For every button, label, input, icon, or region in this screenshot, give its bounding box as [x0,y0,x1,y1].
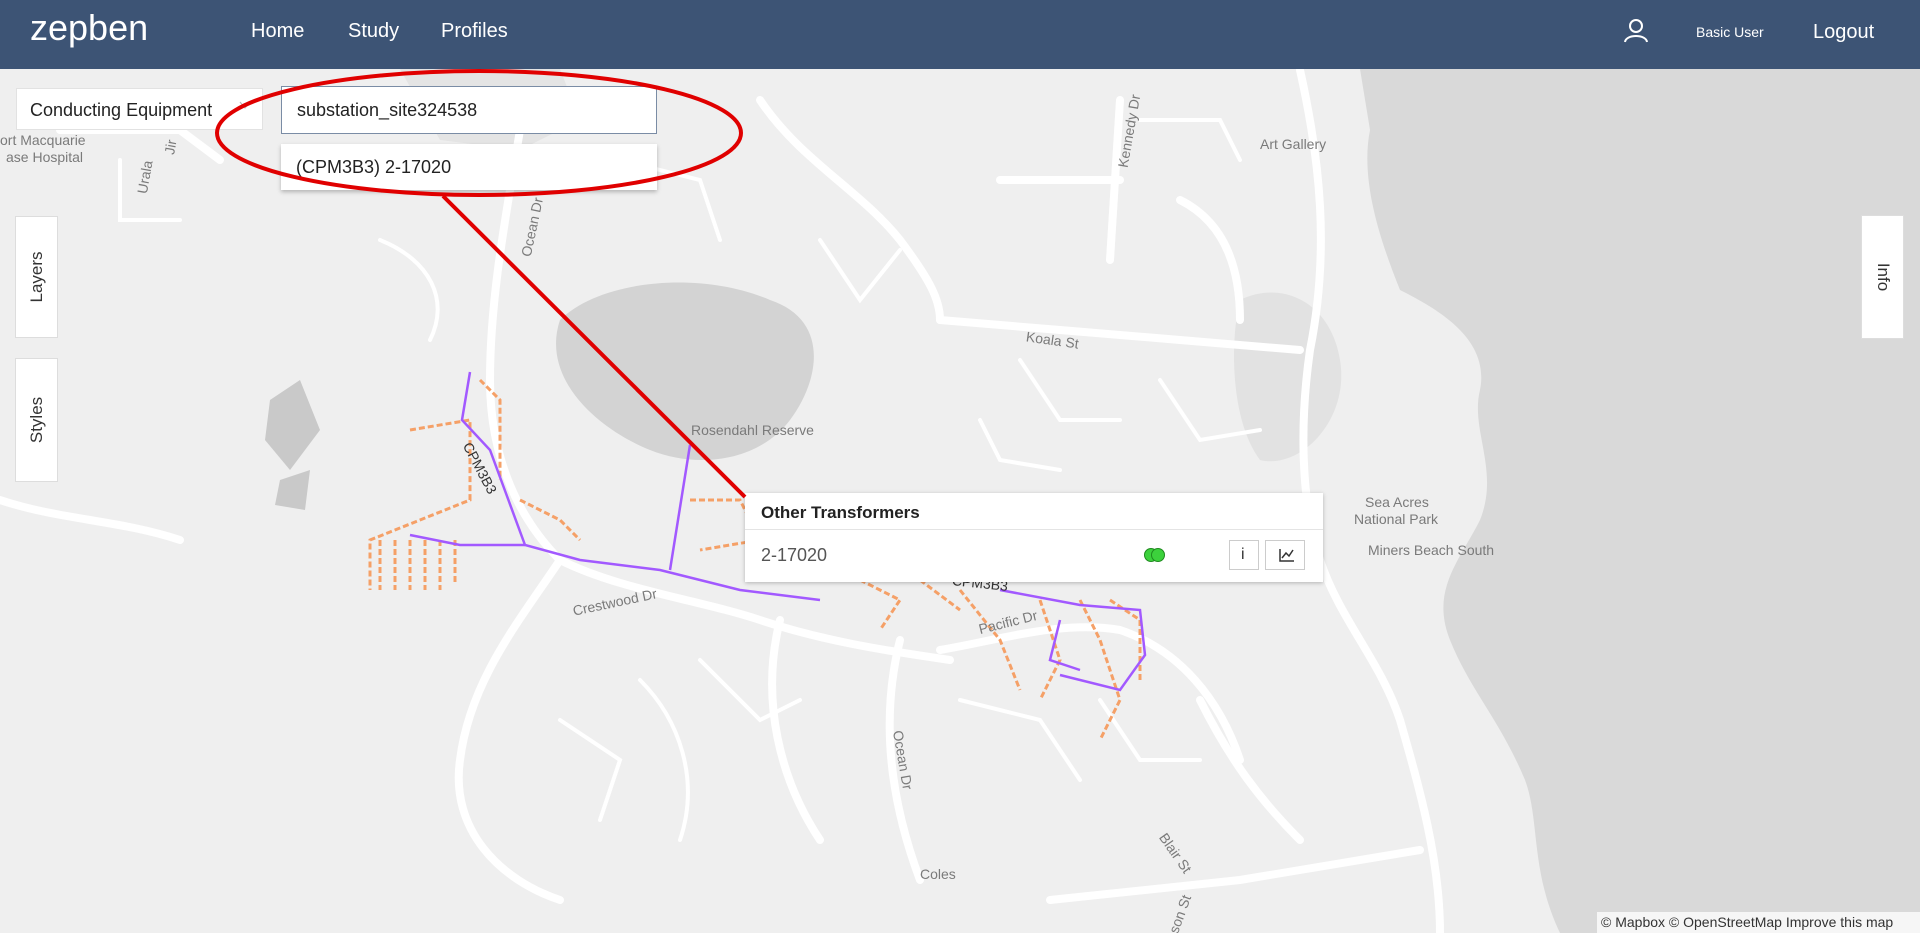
popup-chart-button[interactable] [1265,540,1305,570]
logo-text: zepben [30,7,148,48]
line-chart-icon [1279,549,1294,562]
map-label-art-gallery: Art Gallery [1260,136,1327,152]
popup-title: Other Transformers [761,503,920,522]
search-suggestion[interactable]: (CPM3B3) 2-17020 [281,144,657,190]
nav-study[interactable]: Study [348,20,399,43]
info-tab[interactable]: Info [1861,215,1904,339]
map-label-coles: Coles [920,866,956,882]
user-icon[interactable] [1622,16,1650,44]
popup-info-button[interactable]: i [1229,540,1259,570]
search-input[interactable] [282,87,658,133]
info-tab-label: Info [1873,262,1893,292]
chevron-down-icon [239,101,251,109]
styles-tab-label: Styles [26,396,46,444]
map-label-miners-beach: Miners Beach South [1368,542,1495,558]
map-canvas[interactable]: ort Macquarie ase Hospital Urala Jir Oce… [0,69,1920,933]
feature-popup: Other Transformers 2-17020 i [745,493,1323,582]
nav-profiles[interactable]: Profiles [441,20,508,43]
map-label-sea-acres: Sea Acres [1365,494,1429,510]
pond-area [265,380,320,510]
styles-tab[interactable]: Styles [15,358,58,482]
attribution-text[interactable]: © Mapbox © OpenStreetMap Improve this ma… [1601,914,1893,930]
popup-item-name: 2-17020 [761,545,828,565]
nav-home[interactable]: Home [251,20,304,43]
map-label-hospital: ort Macquarie [0,132,86,148]
map-label-rosendahl: Rosendahl Reserve [691,422,814,438]
status-indicator-icon [1144,548,1165,562]
park-area-2 [1234,292,1342,462]
info-button-label: i [1241,546,1245,563]
layers-tab-label: Layers [26,251,46,303]
zepben-logo[interactable]: zepben [30,2,160,62]
suggestion-label: (CPM3B3) 2-17020 [296,157,452,177]
equipment-type-select[interactable]: Conducting Equipment [16,88,263,130]
map-attribution[interactable]: © Mapbox © OpenStreetMap Improve this ma… [1597,912,1920,933]
layers-tab[interactable]: Layers [15,216,58,338]
sea-area [1360,69,1920,933]
logout-link[interactable]: Logout [1813,21,1874,44]
equipment-type-value: Conducting Equipment [30,100,213,120]
map-label-hospital-2: ase Hospital [6,149,84,165]
top-navbar: zepben Home Study Profiles Basic User Lo… [0,0,1920,69]
popup-divider [745,529,1323,530]
search-field[interactable] [281,86,658,134]
user-name: Basic User [1696,24,1764,40]
map-label-national-park: National Park [1354,511,1439,527]
map-label-jir: Jir [161,138,180,156]
